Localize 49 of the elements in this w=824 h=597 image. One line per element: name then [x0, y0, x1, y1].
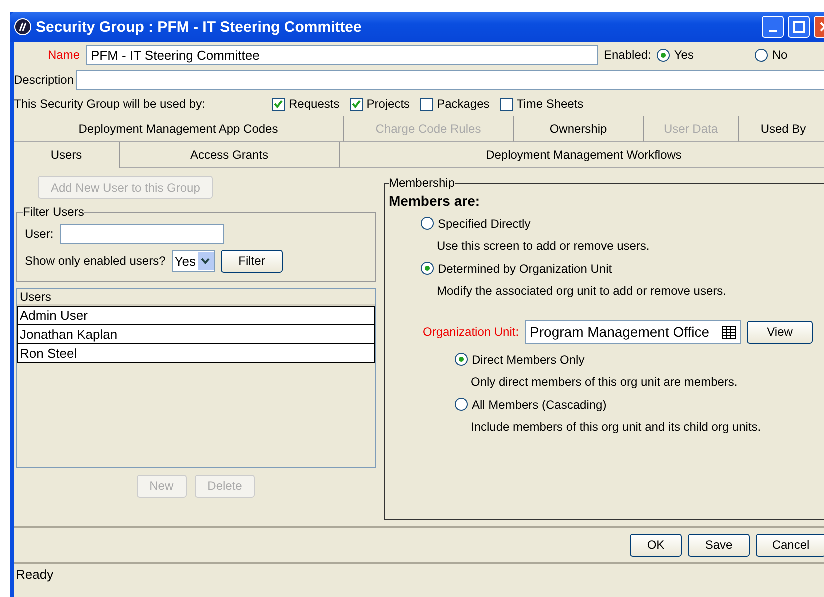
used-by-checkbox[interactable]: Projects [350, 97, 410, 111]
enabled-users-label: Show only enabled users? [25, 254, 166, 268]
minimize-icon [769, 30, 777, 32]
maximize-icon [793, 21, 805, 33]
option-hint: Include members of this org unit and its child org units. [471, 420, 762, 434]
option-hint: Modify the associated org unit to add or remove users. [437, 284, 726, 298]
name-label: Name [46, 48, 80, 62]
tab[interactable]: Deployment Management App Codes [14, 116, 344, 142]
used-by-checkbox[interactable]: Packages [420, 97, 490, 111]
enabled-radio[interactable]: No [755, 48, 788, 62]
enabled-radio[interactable]: Yes [657, 48, 694, 62]
table-cell[interactable]: Jonathan Kaplan [17, 325, 375, 344]
table-cell[interactable]: Admin User [17, 306, 375, 325]
tab[interactable]: Access Grants [120, 142, 340, 168]
option-hint: Only direct members of this org unit are members. [471, 375, 738, 389]
option-hint: Use this screen to add or remove users. [437, 239, 650, 253]
name-field[interactable]: PFM - IT Steering Committee [86, 45, 598, 65]
minimize-button[interactable] [762, 16, 784, 38]
window-title: Security Group : PFM - IT Steering Committee [36, 18, 363, 36]
user-label: User: [25, 227, 54, 241]
chevron-down-icon [198, 252, 214, 270]
enabled-select[interactable]: Yes [172, 250, 215, 272]
enabled-label: Enabled: [604, 48, 652, 62]
dialog-button[interactable]: Save [688, 534, 750, 556]
dialog-button[interactable]: Cancel [756, 534, 824, 556]
members-heading: Members are: [389, 193, 480, 209]
dialog-button[interactable]: OK [630, 534, 682, 556]
logo-icon [14, 18, 32, 36]
grid-icon [722, 326, 736, 338]
filter-button[interactable]: Filter [220, 250, 283, 272]
scope-radio[interactable]: Direct Members Only [455, 352, 585, 366]
table-cell[interactable]: Ron Steel [17, 344, 375, 363]
status-text: Ready [15, 566, 55, 584]
membership-radio[interactable]: Determined by Organization Unit [421, 262, 612, 276]
scope-radio[interactable]: All Members (Cascading) [455, 398, 607, 412]
used-by-checkbox[interactable]: Time Sheets [500, 97, 584, 111]
used-by-checkbox[interactable]: Requests [272, 97, 340, 111]
filter-title: Filter Users [23, 205, 84, 219]
user-field[interactable] [60, 224, 224, 244]
view-button[interactable]: View [747, 320, 814, 344]
description-label: Description [14, 73, 74, 87]
membership-radio[interactable]: Specified Directly [421, 216, 531, 230]
org-unit-label: Organization Unit: [423, 325, 520, 339]
used-by-label: This Security Group will be used by: [14, 97, 206, 111]
tab[interactable]: Ownership [514, 116, 644, 142]
maximize-button[interactable] [788, 16, 810, 38]
description-field[interactable] [76, 70, 824, 90]
org-unit-field[interactable]: Program Management Office [525, 320, 742, 344]
membership-title: Membership [389, 176, 456, 190]
